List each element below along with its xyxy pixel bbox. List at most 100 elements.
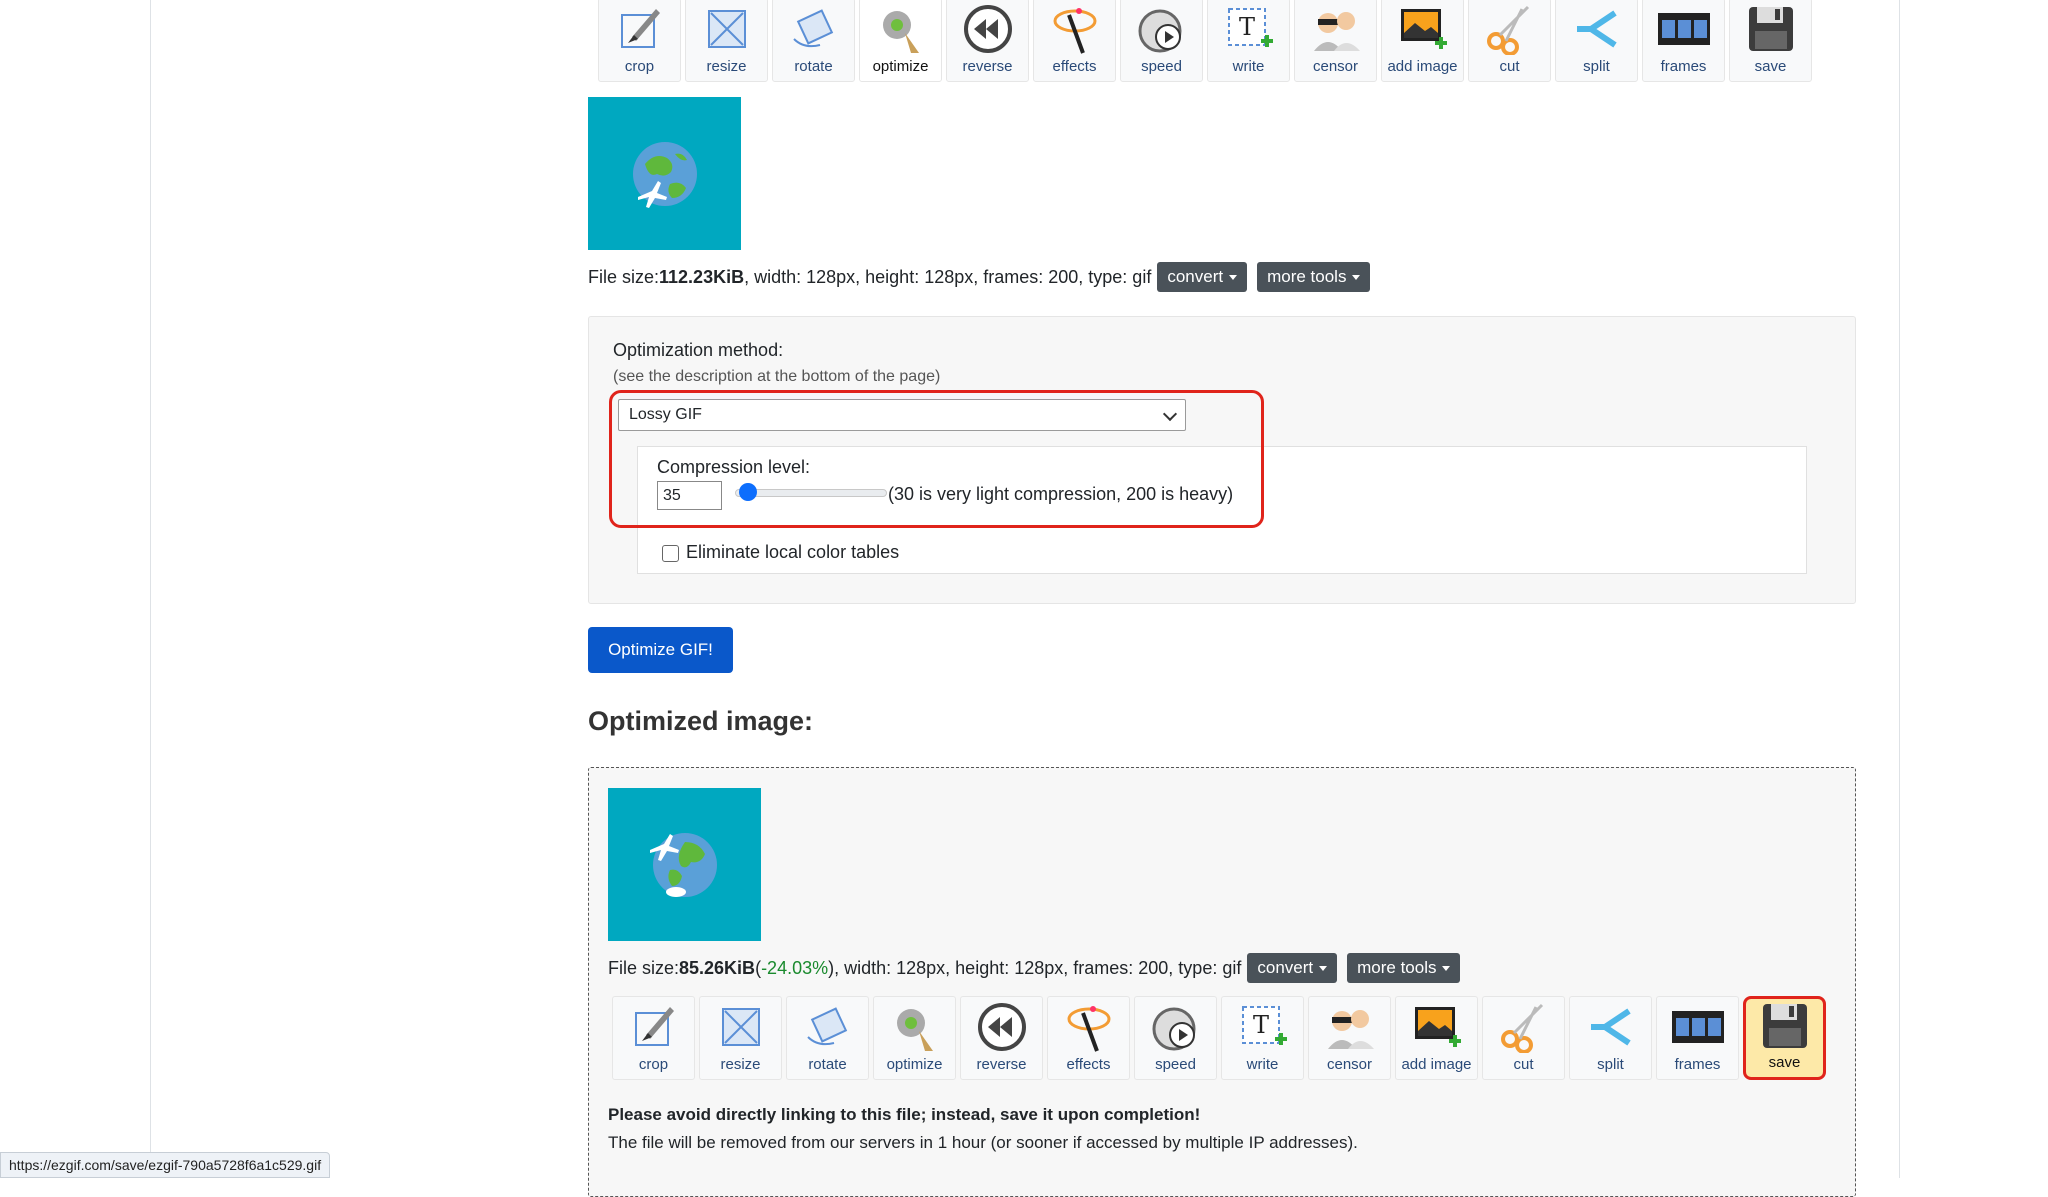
tool-rotate-button[interactable]: rotate (772, 0, 855, 82)
tool-label: add image (1387, 58, 1458, 75)
tool-label: speed (1141, 58, 1182, 75)
tool-effects-button[interactable]: effects (1047, 996, 1130, 1080)
optimized-image-heading: Optimized image: (588, 706, 814, 736)
tool-save-button[interactable]: save (1729, 0, 1812, 82)
caret-down-icon (1352, 274, 1361, 280)
tool-rotate-button[interactable]: rotate (786, 996, 869, 1080)
tool-speed-button[interactable]: speed (1120, 0, 1203, 82)
tool-speed-button[interactable]: speed (1134, 996, 1217, 1080)
save-icon (1757, 999, 1813, 1052)
tool-cut-button[interactable]: cut (1468, 0, 1551, 82)
censor-icon (1308, 2, 1364, 56)
status-bar-url: https://ezgif.com/save/ezgif-790a5728f6a… (0, 1152, 331, 1178)
tool-label: frames (1660, 58, 1707, 75)
add-image-icon (1395, 2, 1451, 56)
crop-icon (612, 2, 668, 56)
tool-reverse-button[interactable]: reverse (946, 0, 1029, 82)
frames-icon (1670, 1000, 1726, 1054)
tool-label: resize (720, 1056, 761, 1073)
file-details: ), width: 128px, height: 128px, frames: … (828, 957, 1242, 978)
tool-label: cut (1499, 58, 1520, 75)
tool-label: effects (1052, 58, 1097, 75)
optimize-icon (887, 1000, 943, 1054)
tool-crop-button[interactable]: crop (612, 996, 695, 1080)
notice-text: The file will be removed from our server… (608, 1133, 1358, 1152)
tool-resize-button[interactable]: resize (685, 0, 768, 82)
file-size-prefix: File size: (608, 957, 680, 978)
tool-label: save (1754, 58, 1787, 75)
tool-effects-button[interactable]: effects (1033, 0, 1116, 82)
tool-optimize-button[interactable]: optimize (859, 0, 942, 82)
file-details: , width: 128px, height: 128px, frames: 2… (744, 266, 1152, 287)
cut-icon (1496, 1000, 1552, 1054)
tool-crop-button[interactable]: crop (598, 0, 681, 82)
tool-label: write (1232, 58, 1265, 75)
tool-optimize-button[interactable]: optimize (873, 996, 956, 1080)
tool-censor-button[interactable]: censor (1308, 996, 1391, 1080)
tool-reverse-button[interactable]: reverse (960, 996, 1043, 1080)
tool-frames-button[interactable]: frames (1656, 996, 1739, 1080)
tool-label: censor (1326, 1056, 1373, 1073)
tool-add-image-button[interactable]: add image (1381, 0, 1464, 82)
more-tools-label: more tools (1267, 267, 1347, 286)
tool-label: resize (706, 58, 747, 75)
tool-label: cut (1513, 1056, 1534, 1073)
optimize-gif-button[interactable]: Optimize GIF! (588, 627, 733, 673)
optimization-method-label: Optimization method: (613, 340, 784, 360)
file-size-value: 85.26KiB (679, 957, 756, 978)
tool-save-button[interactable]: save (1743, 996, 1826, 1080)
rotate-icon (786, 2, 842, 56)
tool-censor-button[interactable]: censor (1294, 0, 1377, 82)
speed-icon (1134, 2, 1190, 56)
tool-write-button[interactable]: Twrite (1207, 0, 1290, 82)
tool-toolbar-top: crop resize rotate optimize reverse effects sp… (598, 0, 1812, 82)
reverse-icon (974, 1000, 1030, 1054)
globe-plane-icon (632, 141, 697, 208)
cut-icon (1482, 2, 1538, 56)
tool-label: split (1597, 1056, 1624, 1073)
convert-label: convert (1167, 267, 1224, 286)
tool-label: rotate (794, 58, 833, 75)
more-tools-dropdown-button[interactable]: more tools (1347, 953, 1461, 983)
eliminate-color-tables-checkbox[interactable] (662, 545, 679, 562)
svg-text:T: T (1252, 1011, 1268, 1039)
tool-resize-button[interactable]: resize (699, 996, 782, 1080)
convert-dropdown-button[interactable]: convert (1157, 262, 1248, 292)
more-tools-dropdown-button[interactable]: more tools (1257, 262, 1371, 292)
tool-label: rotate (808, 1056, 847, 1073)
rotate-icon (800, 1000, 856, 1054)
tool-frames-button[interactable]: frames (1642, 0, 1725, 82)
tool-cut-button[interactable]: cut (1482, 996, 1565, 1080)
optimize-gif-label: Optimize GIF! (608, 640, 713, 659)
highlight-box-method (609, 390, 1264, 528)
tool-label: optimize (886, 1056, 943, 1073)
tool-add-image-button[interactable]: add image (1395, 996, 1478, 1080)
file-size-value: 112.23KiB (659, 266, 745, 287)
save-icon (1743, 2, 1799, 56)
add-image-icon (1409, 1000, 1465, 1054)
file-size-prefix: File size: (588, 266, 660, 287)
tool-label: reverse (962, 58, 1013, 75)
convert-label: convert (1257, 958, 1314, 977)
write-icon: T (1221, 2, 1277, 56)
convert-dropdown-button[interactable]: convert (1247, 953, 1338, 983)
crop-icon (626, 1000, 682, 1054)
tool-split-button[interactable]: split (1569, 996, 1652, 1080)
caret-down-icon (1229, 274, 1238, 280)
notice-bold: Please avoid directly linking to this fi… (608, 1105, 1201, 1124)
caret-down-icon (1319, 965, 1328, 971)
split-icon (1569, 2, 1625, 56)
optimization-method-hint: (see the description at the bottom of th… (613, 368, 941, 385)
caret-down-icon (1442, 965, 1451, 971)
tool-label: speed (1155, 1056, 1196, 1073)
optimized-gif-preview (608, 788, 761, 941)
status-url: https://ezgif.com/save/ezgif-790a5728f6a… (9, 1157, 322, 1173)
tool-label: optimize (872, 58, 929, 75)
speed-icon (1148, 1000, 1204, 1054)
eliminate-color-tables-label: Eliminate local color tables (686, 542, 900, 562)
optimize-icon (873, 2, 929, 56)
tool-split-button[interactable]: split (1555, 0, 1638, 82)
tool-write-button[interactable]: Twrite (1221, 996, 1304, 1080)
optimized-file-info: File size: 85.26KiB ( -24.03% ), width: … (608, 953, 1461, 983)
size-reduction: -24.03% (761, 957, 829, 978)
